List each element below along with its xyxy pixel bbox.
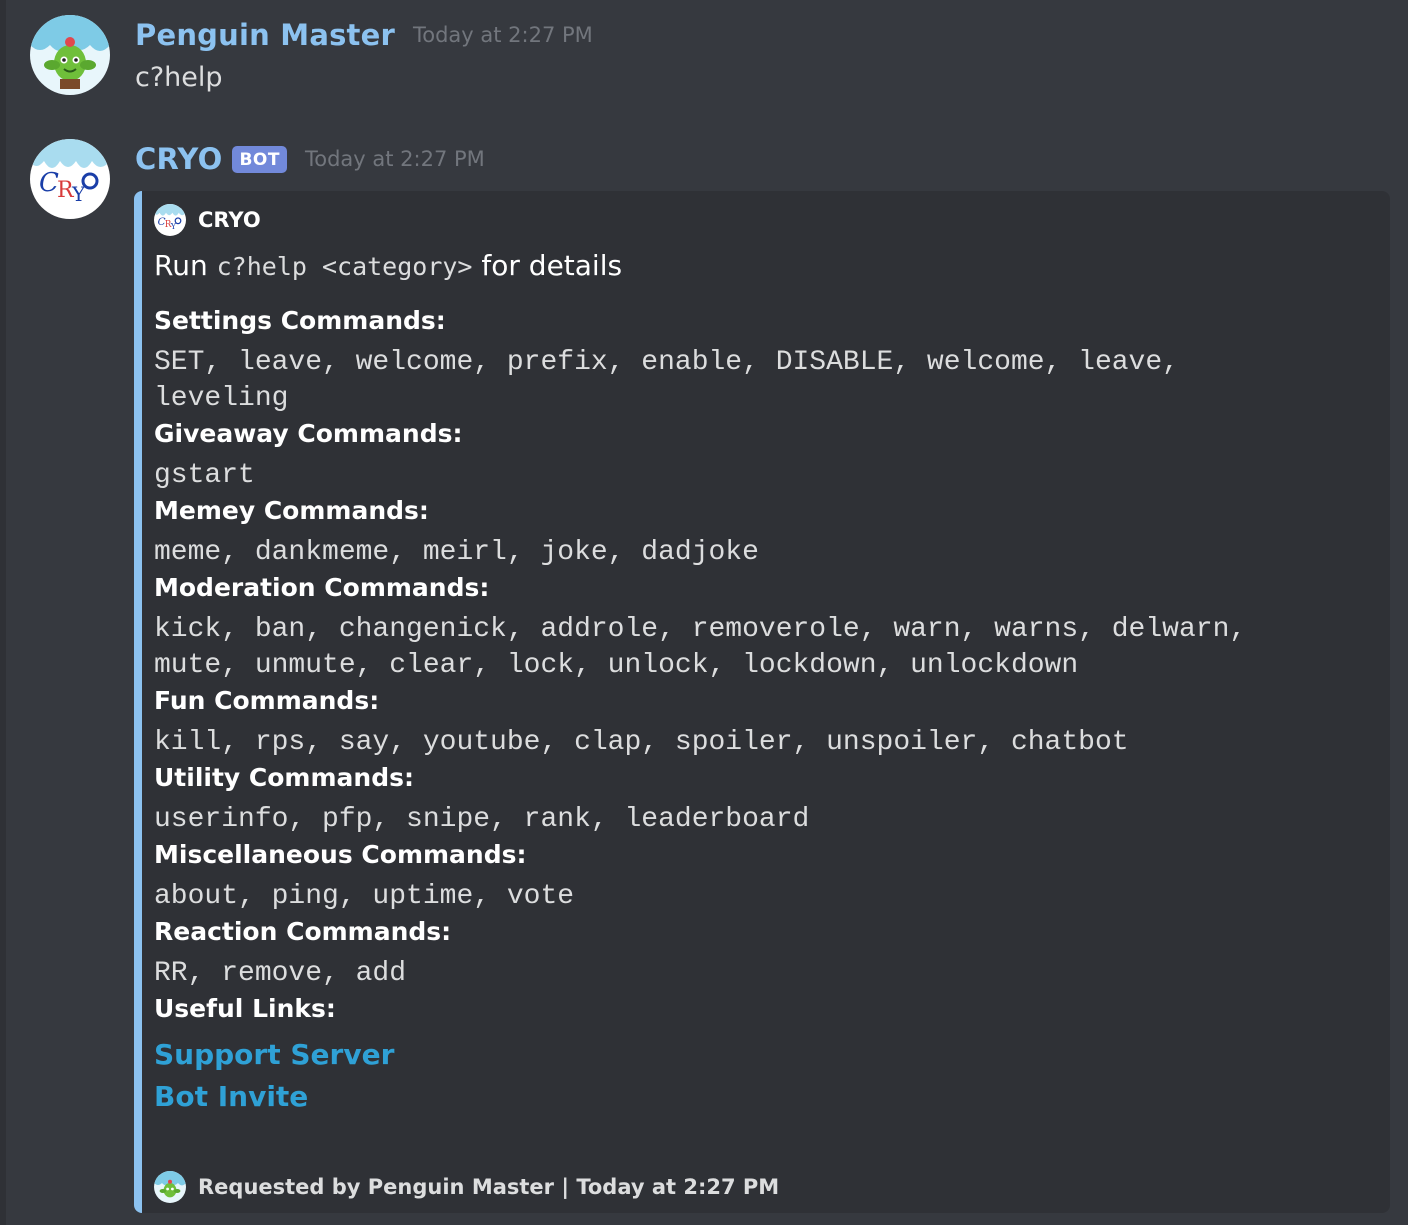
field-moderation: Moderation Commands: kick, ban, changeni… [154, 571, 1354, 684]
embed-author: C R Y CRYO [154, 204, 261, 236]
description-suffix: for details [481, 249, 623, 282]
field-settings: Settings Commands: SET, leave, welcome, … [154, 304, 1354, 417]
description-prefix: Run [154, 249, 208, 282]
field-reaction: Reaction Commands: RR, remove, add [154, 915, 1354, 992]
field-value: SET, leave, welcome, prefix, enable, DIS… [154, 347, 1179, 414]
embed-fields: Settings Commands: SET, leave, welcome, … [154, 304, 1354, 1118]
field-fun: Fun Commands: kill, rps, say, youtube, c… [154, 684, 1354, 761]
bot-invite-link[interactable]: Bot Invite [154, 1076, 1354, 1118]
username[interactable]: Penguin Master [135, 18, 395, 52]
message-content: c?help [135, 62, 223, 93]
message-timestamp: Today at 2:27 PM [412, 23, 593, 47]
channel-left-edge [0, 0, 6, 1225]
field-name: Reaction Commands: [154, 917, 452, 946]
field-value: RR, remove, add [154, 958, 407, 989]
field-name: Useful Links: [154, 994, 336, 1023]
field-memey: Memey Commands: meme, dankmeme, meirl, j… [154, 494, 1354, 571]
requester-avatar-icon [154, 1171, 186, 1203]
field-name: Settings Commands: [154, 306, 446, 335]
field-name: Utility Commands: [154, 763, 414, 792]
field-value: meme, dankmeme, meirl, joke, dadjoke [154, 537, 759, 568]
svg-text:C: C [39, 168, 59, 198]
field-name: Fun Commands: [154, 686, 380, 715]
footer-text: Requested by Penguin Master | Today at 2… [198, 1175, 780, 1199]
cryo-logo-icon: C R Y [154, 204, 186, 236]
embed-footer: Requested by Penguin Master | Today at 2… [154, 1171, 779, 1203]
field-name: Miscellaneous Commands: [154, 840, 527, 869]
message-timestamp: Today at 2:27 PM [304, 147, 485, 171]
help-embed: C R Y CRYO Run c?help <category> for det… [134, 191, 1390, 1213]
spiky-cactus-avatar-icon [30, 15, 110, 95]
support-server-link[interactable]: Support Server [154, 1034, 1354, 1076]
cryo-logo-avatar-icon: C R Y [30, 139, 110, 219]
field-name: Giveaway Commands: [154, 419, 463, 448]
user-avatar[interactable] [30, 15, 110, 95]
username[interactable]: CRYO [135, 142, 222, 176]
bot-avatar[interactable]: C R Y [30, 139, 110, 219]
field-value: gstart [154, 460, 255, 491]
field-useful-links: Useful Links: Support Server Bot Invite [154, 992, 1354, 1118]
field-miscellaneous: Miscellaneous Commands: about, ping, upt… [154, 838, 1354, 915]
field-name: Moderation Commands: [154, 573, 490, 602]
field-value: kick, ban, changenick, addrole, removero… [154, 614, 1247, 681]
field-name: Memey Commands: [154, 496, 429, 525]
field-value: about, ping, uptime, vote [154, 881, 575, 912]
svg-text:C: C [158, 216, 166, 228]
embed-description: Run c?help <category> for details [154, 249, 622, 282]
field-value: kill, rps, say, youtube, clap, spoiler, … [154, 727, 1129, 758]
field-value: userinfo, pfp, snipe, rank, leaderboard [154, 804, 810, 835]
description-inline-code: c?help <category> [216, 252, 473, 281]
bot-tag-badge: BOT [232, 145, 287, 173]
embed-author-name: CRYO [198, 208, 261, 232]
field-giveaway: Giveaway Commands: gstart [154, 417, 1354, 494]
field-utility: Utility Commands: userinfo, pfp, snipe, … [154, 761, 1354, 838]
